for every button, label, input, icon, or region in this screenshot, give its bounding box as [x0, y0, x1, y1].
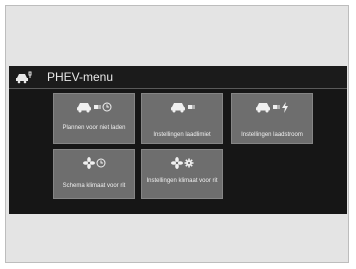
fan-icon	[82, 157, 95, 169]
plug-icon	[93, 103, 101, 111]
menu-header: PHEV-menu	[9, 66, 347, 89]
fan-icon	[170, 157, 183, 169]
tile-climate-settings[interactable]: Instellingen klimaat voor rit	[141, 149, 223, 199]
lightning-icon	[281, 101, 289, 113]
tile-climate-schedule[interactable]: Schema klimaat voor rit	[53, 149, 135, 199]
gear-icon	[184, 158, 194, 168]
car-icon	[76, 101, 92, 113]
tile-label: Plannen voor niet laden	[62, 125, 126, 131]
tile-charge-current-settings[interactable]: Instellingen laadstroom	[231, 93, 313, 144]
tile-label: Schema klimaat voor rit	[62, 183, 126, 189]
car-icon	[255, 101, 271, 113]
ev-car-menu-icon	[15, 70, 33, 84]
clock-icon	[96, 158, 106, 168]
plug-icon	[187, 103, 195, 111]
car-icon	[170, 101, 186, 113]
tile-charge-limit-settings[interactable]: Instellingen laadlimiet	[141, 93, 223, 144]
tile-label: Instellingen laadlimiet	[153, 132, 211, 138]
tile-label: Instellingen laadstroom	[241, 132, 303, 138]
tile-plan-no-charging[interactable]: Plannen voor niet laden	[53, 93, 135, 144]
phev-menu-screen: PHEV-menu Plannen voor niet laden Instel…	[9, 66, 347, 214]
tile-label: Instellingen klimaat voor rit	[146, 178, 218, 184]
clock-icon	[102, 102, 112, 112]
page-title: PHEV-menu	[47, 70, 114, 84]
plug-icon	[272, 103, 280, 111]
